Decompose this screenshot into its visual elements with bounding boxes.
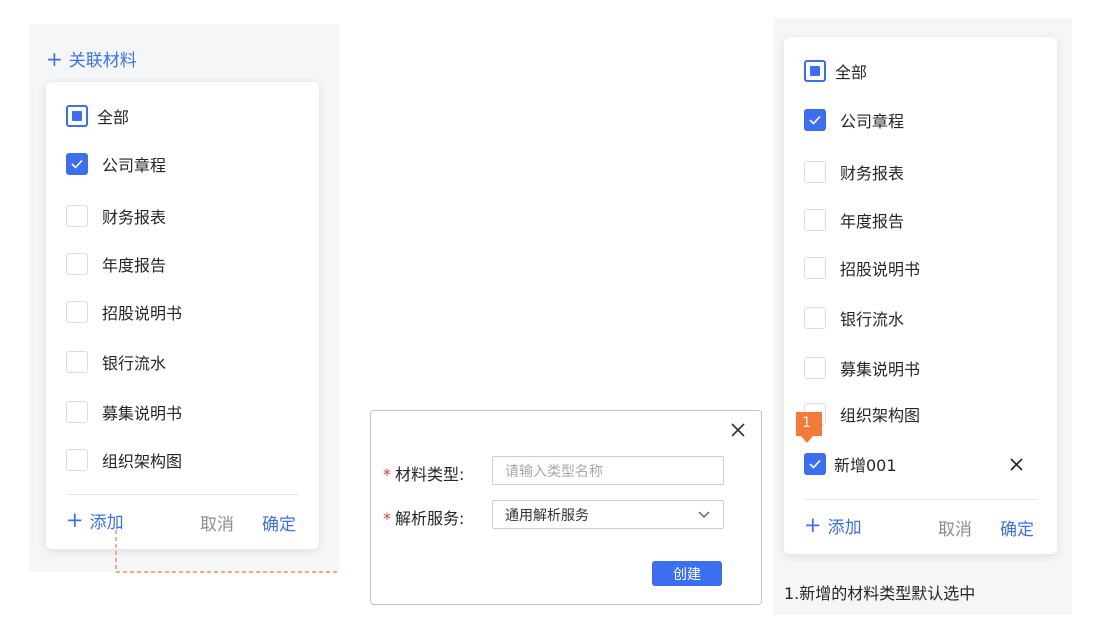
checkbox-label: 公司章程 [102,156,167,175]
select-all-checkbox[interactable] [804,60,826,82]
checkbox[interactable] [66,449,88,471]
create-material-type-dialog: * 材料类型: 请输入类型名称 * 解析服务: 通用解析服务 创建 [370,410,762,605]
checkbox-row[interactable]: 募集说明书 [804,353,1024,383]
create-button[interactable]: 创建 [652,561,722,586]
checkbox-label: 招股说明书 [840,260,921,279]
checkbox-row[interactable]: 银行流水 [66,347,286,377]
right-footer-divider [804,499,1037,500]
parse-service-select[interactable]: 通用解析服务 [492,500,724,529]
checkbox-label: 年度报告 [102,256,167,275]
checkbox-row[interactable]: 组织架构图 [804,399,1024,429]
checkbox-label: 银行流水 [840,310,905,329]
new-item-checkbox[interactable] [804,453,826,475]
left-cancel-button[interactable]: 取消 [200,510,234,535]
checkbox-row[interactable]: 财务报表 [66,201,286,231]
checkbox[interactable] [66,153,88,175]
checkbox-row[interactable]: 银行流水 [804,303,1024,333]
left-footer-divider [66,494,299,495]
checkbox-row[interactable]: 财务报表 [804,157,1024,187]
checkbox-row[interactable]: 募集说明书 [66,397,286,427]
add-label: 添加 [89,513,124,533]
material-type-label: * 材料类型: [383,461,464,485]
checkbox[interactable] [66,253,88,275]
new-item-label: 新增001 [834,456,897,475]
checkbox-label: 公司章程 [840,112,905,131]
checkbox-label: 招股说明书 [102,304,183,323]
checkbox[interactable] [66,301,88,323]
left-confirm-button[interactable]: 确定 [262,510,296,535]
checkbox[interactable] [804,257,826,279]
checkbox-row[interactable]: 招股说明书 [66,297,286,327]
left-dropdown-card: 全部公司章程财务报表年度报告招股说明书银行流水募集说明书组织架构图 + 添加 取… [46,82,319,549]
checkbox-row[interactable]: 全部 [66,101,286,131]
related-materials-header[interactable]: + 关联材料 [46,46,137,72]
left-add-button[interactable]: + 添加 [66,508,124,534]
checkbox[interactable] [804,307,826,329]
annotation-note: 1.新增的材料类型默认选中 [784,584,976,603]
parse-service-value: 通用解析服务 [505,507,589,524]
checkbox-row[interactable]: 组织架构图 [66,445,286,475]
left-checkbox-list: 全部公司章程财务报表年度报告招股说明书银行流水募集说明书组织架构图 [66,82,306,482]
material-type-placeholder: 请输入类型名称 [505,463,603,480]
right-checkbox-list: 全部公司章程财务报表年度报告招股说明书银行流水募集说明书组织架构图 [804,37,1044,437]
right-add-button[interactable]: + 添加 [804,513,862,539]
required-mark: * [383,465,391,484]
select-all-checkbox[interactable] [66,105,88,127]
checkbox[interactable] [804,357,826,379]
checkbox-label: 组织架构图 [102,452,183,471]
checkbox-label: 募集说明书 [840,360,921,379]
remove-item-icon[interactable] [1008,456,1025,473]
material-type-input[interactable]: 请输入类型名称 [492,456,724,485]
checkbox-row[interactable]: 公司章程 [804,105,1024,135]
checkbox-row[interactable]: 全部 [804,56,1024,86]
related-materials-label: 关联材料 [68,51,137,71]
checkbox-label: 募集说明书 [102,404,183,423]
checkbox[interactable] [66,351,88,373]
step-badge: 1 [796,412,822,443]
close-icon[interactable] [729,421,747,439]
checkbox-label: 银行流水 [102,354,167,373]
checkbox-row[interactable]: 招股说明书 [804,253,1024,283]
add-label: 添加 [827,518,862,538]
checkbox-row[interactable]: 年度报告 [66,249,286,279]
checkbox-label: 财务报表 [840,164,905,183]
right-dropdown-card: 全部 公司章程 财务报表 年度报告 招股说明书 银行流水 募集说明书 组织架构图 新增001 … [784,37,1057,554]
parse-service-label-text: 解析服务: [395,509,465,528]
checkbox[interactable] [66,401,88,423]
checkbox-label: 全部 [97,108,130,127]
checkbox[interactable] [804,209,826,231]
material-type-label-text: 材料类型: [395,465,465,484]
right-confirm-button[interactable]: 确定 [1000,515,1034,540]
checkbox[interactable] [804,109,826,131]
checkbox[interactable] [804,161,826,183]
parse-service-label: * 解析服务: [383,505,464,529]
checkbox-label: 财务报表 [102,208,167,227]
right-cancel-button[interactable]: 取消 [938,515,972,540]
chevron-down-icon [697,507,711,523]
required-mark: * [383,509,391,528]
plus-icon: + [46,46,63,71]
checkbox-row[interactable]: 年度报告 [804,205,1024,235]
checkbox-label: 年度报告 [840,212,905,231]
plus-icon: + [804,513,822,537]
new-item-row[interactable]: 新增001 [804,449,1034,479]
checkbox-label: 组织架构图 [840,406,921,425]
checkbox-row[interactable]: 公司章程 [66,149,286,179]
plus-icon: + [66,508,84,532]
checkbox[interactable] [66,205,88,227]
checkbox-label: 全部 [835,63,868,82]
